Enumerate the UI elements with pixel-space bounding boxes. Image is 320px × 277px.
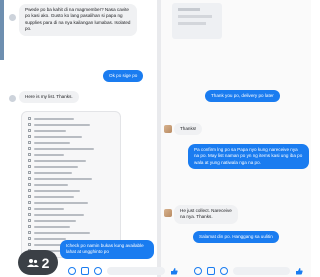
- sticker-icon[interactable]: [94, 266, 102, 275]
- sent-message[interactable]: Ok po sige po: [103, 70, 144, 83]
- left-edge-strip: [0, 0, 4, 60]
- composer-toolbar: [0, 264, 311, 277]
- right-chat-panel: Thank you po, delivery po later Thanks! …: [161, 0, 311, 277]
- sender-avatar: [9, 14, 16, 21]
- like-icon[interactable]: [170, 267, 178, 275]
- shopping-list-image[interactable]: [21, 111, 121, 258]
- gif-icon[interactable]: [206, 266, 215, 275]
- sender-avatar: [164, 125, 172, 133]
- image-icon[interactable]: [81, 266, 89, 275]
- sent-message[interactable]: Thank you po, delivery po later: [205, 90, 280, 103]
- sticker-icon[interactable]: [219, 266, 228, 275]
- sent-message[interactable]: Salamat din po. Hanggang sa uulitin: [193, 231, 279, 244]
- sender-avatar: [9, 95, 16, 102]
- sender-avatar: [164, 209, 172, 217]
- left-chat-panel: Pwede po ba kahit di na magmember? Nasa …: [0, 0, 158, 277]
- image-thumbnail[interactable]: [172, 3, 222, 39]
- sent-message[interactable]: Pa confirm lng po sa Papa nyo kung narec…: [188, 144, 309, 170]
- message-input[interactable]: [232, 266, 290, 275]
- received-message[interactable]: He just collect. Nareceive na nya. Thank…: [174, 205, 238, 224]
- message-input[interactable]: [107, 266, 165, 275]
- sent-message[interactable]: Icheck po namin bukas kung available lah…: [60, 240, 154, 259]
- like-icon[interactable]: [295, 267, 303, 275]
- camera-icon[interactable]: [193, 266, 202, 275]
- received-message[interactable]: Thanks!: [174, 123, 203, 136]
- camera-icon[interactable]: [68, 266, 76, 275]
- received-message[interactable]: Here is my list. Thanks.: [19, 91, 79, 104]
- received-message[interactable]: Pwede po ba kahit di na magmember? Nasa …: [19, 4, 137, 36]
